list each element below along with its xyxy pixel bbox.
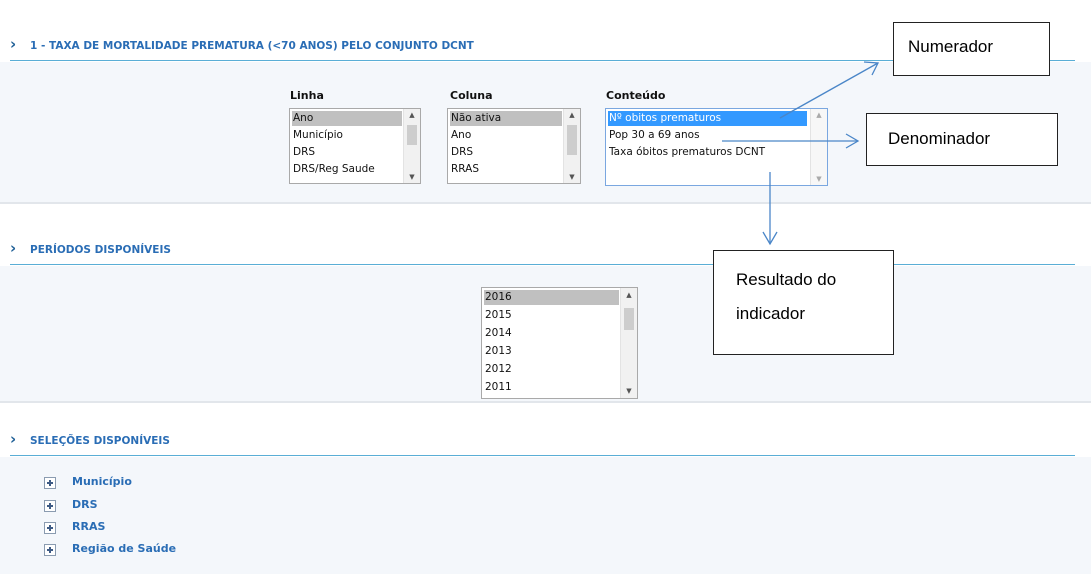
callout-resultado: Resultado do indicador: [713, 250, 894, 355]
annotation-arrows: [722, 61, 880, 246]
callout-resultado-line1: Resultado do: [736, 270, 837, 289]
callout-denominador-text: Denominador: [888, 129, 991, 148]
arrow-to-numerador: [779, 62, 879, 119]
callout-denominador: Denominador: [866, 113, 1058, 166]
callout-resultado-line2: indicador: [736, 304, 805, 323]
callout-numerador-text: Numerador: [908, 37, 994, 56]
callout-numerador: Numerador: [893, 22, 1050, 76]
